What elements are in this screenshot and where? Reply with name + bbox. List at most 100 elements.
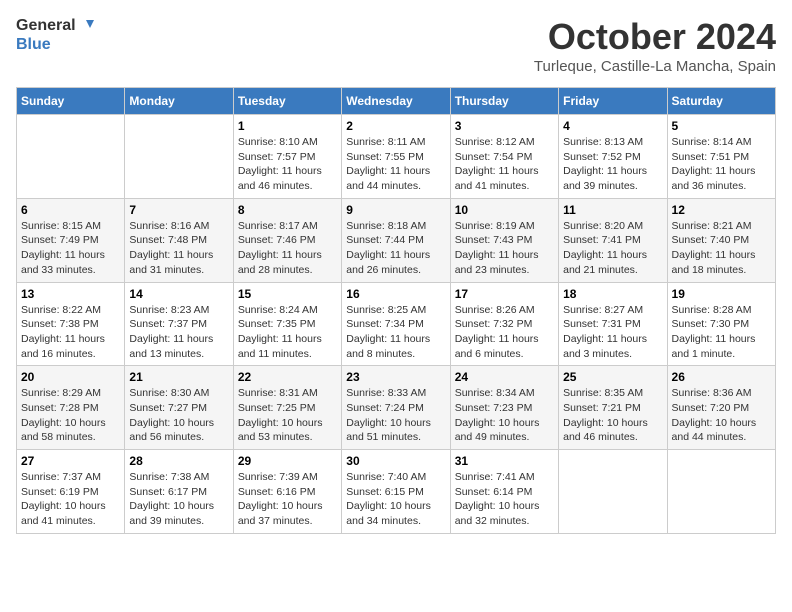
day-info: Sunrise: 8:21 AM Sunset: 7:40 PM Dayligh…	[672, 219, 771, 278]
calendar-cell: 2Sunrise: 8:11 AM Sunset: 7:55 PM Daylig…	[342, 115, 450, 199]
day-info: Sunrise: 8:19 AM Sunset: 7:43 PM Dayligh…	[455, 219, 554, 278]
header-row: SundayMondayTuesdayWednesdayThursdayFrid…	[17, 88, 776, 115]
day-info: Sunrise: 7:37 AM Sunset: 6:19 PM Dayligh…	[21, 470, 120, 529]
calendar-cell: 12 Sunrise: 8:21 AM Sunset: 7:40 PM Dayli…	[667, 198, 775, 282]
day-number: 22	[238, 370, 337, 384]
calendar-cell: 21 Sunrise: 8:30 AM Sunset: 7:27 PM Dayli…	[125, 366, 233, 450]
day-number: 31	[455, 454, 554, 468]
calendar-header: SundayMondayTuesdayWednesdayThursdayFrid…	[17, 88, 776, 115]
day-number: 9	[346, 203, 445, 217]
day-number: 17	[455, 287, 554, 301]
calendar-cell: 19 Sunrise: 8:28 AM Sunset: 7:30 PM Dayli…	[667, 282, 775, 366]
calendar-cell: 20 Sunrise: 8:29 AM Sunset: 7:28 PM Dayli…	[17, 366, 125, 450]
day-info: Sunrise: 8:12 AM Sunset: 7:54 PM Dayligh…	[455, 135, 554, 194]
logo-text: GeneralBlue	[16, 16, 94, 54]
day-number: 11	[563, 203, 662, 217]
calendar-cell: 14Sunrise: 8:23 AM Sunset: 7:37 PM Dayli…	[125, 282, 233, 366]
day-number: 23	[346, 370, 445, 384]
calendar-cell: 8 Sunrise: 8:17 AM Sunset: 7:46 PM Daylig…	[233, 198, 341, 282]
day-info: Sunrise: 8:31 AM Sunset: 7:25 PM Dayligh…	[238, 386, 337, 445]
calendar-cell: 17 Sunrise: 8:26 AM Sunset: 7:32 PM Dayli…	[450, 282, 558, 366]
day-number: 14	[129, 287, 228, 301]
day-info: Sunrise: 7:38 AM Sunset: 6:17 PM Dayligh…	[129, 470, 228, 529]
day-number: 20	[21, 370, 120, 384]
day-number: 12	[672, 203, 771, 217]
day-number: 29	[238, 454, 337, 468]
calendar-cell: 22 Sunrise: 8:31 AM Sunset: 7:25 PM Dayli…	[233, 366, 341, 450]
day-number: 28	[129, 454, 228, 468]
calendar-table: SundayMondayTuesdayWednesdayThursdayFrid…	[16, 87, 776, 534]
week-row-3: 13 Sunrise: 8:22 AM Sunset: 7:38 PM Dayli…	[17, 282, 776, 366]
calendar-cell: 15 Sunrise: 8:24 AM Sunset: 7:35 PM Dayli…	[233, 282, 341, 366]
week-row-1: 1Sunrise: 8:10 AM Sunset: 7:57 PM Daylig…	[17, 115, 776, 199]
day-info: Sunrise: 8:34 AM Sunset: 7:23 PM Dayligh…	[455, 386, 554, 445]
location: Turleque, Castille-La Mancha, Spain	[534, 58, 776, 75]
day-info: Sunrise: 8:13 AM Sunset: 7:52 PM Dayligh…	[563, 135, 662, 194]
header-day-monday: Monday	[125, 88, 233, 115]
day-number: 3	[455, 119, 554, 133]
page-header: GeneralBlue October 2024 Turleque, Casti…	[16, 16, 776, 75]
calendar-cell: 27 Sunrise: 7:37 AM Sunset: 6:19 PM Dayli…	[17, 450, 125, 534]
day-number: 10	[455, 203, 554, 217]
day-info: Sunrise: 8:27 AM Sunset: 7:31 PM Dayligh…	[563, 303, 662, 362]
calendar-cell: 4Sunrise: 8:13 AM Sunset: 7:52 PM Daylig…	[559, 115, 667, 199]
day-info: Sunrise: 8:24 AM Sunset: 7:35 PM Dayligh…	[238, 303, 337, 362]
day-number: 2	[346, 119, 445, 133]
day-number: 21	[129, 370, 228, 384]
day-info: Sunrise: 8:33 AM Sunset: 7:24 PM Dayligh…	[346, 386, 445, 445]
day-number: 5	[672, 119, 771, 133]
day-number: 15	[238, 287, 337, 301]
day-number: 27	[21, 454, 120, 468]
calendar-cell: 3 Sunrise: 8:12 AM Sunset: 7:54 PM Daylig…	[450, 115, 558, 199]
day-info: Sunrise: 8:16 AM Sunset: 7:48 PM Dayligh…	[129, 219, 228, 278]
calendar-cell: 10 Sunrise: 8:19 AM Sunset: 7:43 PM Dayli…	[450, 198, 558, 282]
day-info: Sunrise: 8:25 AM Sunset: 7:34 PM Dayligh…	[346, 303, 445, 362]
day-number: 7	[129, 203, 228, 217]
calendar-cell: 13 Sunrise: 8:22 AM Sunset: 7:38 PM Dayli…	[17, 282, 125, 366]
day-number: 18	[563, 287, 662, 301]
day-number: 25	[563, 370, 662, 384]
day-info: Sunrise: 8:20 AM Sunset: 7:41 PM Dayligh…	[563, 219, 662, 278]
calendar-cell: 29 Sunrise: 7:39 AM Sunset: 6:16 PM Dayli…	[233, 450, 341, 534]
logo: GeneralBlue	[16, 16, 94, 54]
calendar-cell: 31Sunrise: 7:41 AM Sunset: 6:14 PM Dayli…	[450, 450, 558, 534]
day-number: 30	[346, 454, 445, 468]
day-info: Sunrise: 8:28 AM Sunset: 7:30 PM Dayligh…	[672, 303, 771, 362]
day-info: Sunrise: 8:22 AM Sunset: 7:38 PM Dayligh…	[21, 303, 120, 362]
day-number: 16	[346, 287, 445, 301]
calendar-cell: 24 Sunrise: 8:34 AM Sunset: 7:23 PM Dayli…	[450, 366, 558, 450]
day-info: Sunrise: 8:17 AM Sunset: 7:46 PM Dayligh…	[238, 219, 337, 278]
day-number: 26	[672, 370, 771, 384]
calendar-cell: 26 Sunrise: 8:36 AM Sunset: 7:20 PM Dayli…	[667, 366, 775, 450]
day-info: Sunrise: 8:10 AM Sunset: 7:57 PM Dayligh…	[238, 135, 337, 194]
calendar-cell: 28 Sunrise: 7:38 AM Sunset: 6:17 PM Dayli…	[125, 450, 233, 534]
calendar-cell: 30Sunrise: 7:40 AM Sunset: 6:15 PM Dayli…	[342, 450, 450, 534]
calendar-cell: 25Sunrise: 8:35 AM Sunset: 7:21 PM Dayli…	[559, 366, 667, 450]
calendar-cell: 18 Sunrise: 8:27 AM Sunset: 7:31 PM Dayli…	[559, 282, 667, 366]
week-row-4: 20 Sunrise: 8:29 AM Sunset: 7:28 PM Dayli…	[17, 366, 776, 450]
calendar-cell: 16 Sunrise: 8:25 AM Sunset: 7:34 PM Dayli…	[342, 282, 450, 366]
day-info: Sunrise: 8:14 AM Sunset: 7:51 PM Dayligh…	[672, 135, 771, 194]
day-number: 8	[238, 203, 337, 217]
header-day-saturday: Saturday	[667, 88, 775, 115]
calendar-cell	[667, 450, 775, 534]
week-row-2: 6Sunrise: 8:15 AM Sunset: 7:49 PM Daylig…	[17, 198, 776, 282]
header-day-friday: Friday	[559, 88, 667, 115]
day-info: Sunrise: 7:39 AM Sunset: 6:16 PM Dayligh…	[238, 470, 337, 529]
day-info: Sunrise: 8:30 AM Sunset: 7:27 PM Dayligh…	[129, 386, 228, 445]
month-title: October 2024	[534, 16, 776, 58]
header-day-wednesday: Wednesday	[342, 88, 450, 115]
day-number: 13	[21, 287, 120, 301]
day-info: Sunrise: 8:15 AM Sunset: 7:49 PM Dayligh…	[21, 219, 120, 278]
day-info: Sunrise: 8:26 AM Sunset: 7:32 PM Dayligh…	[455, 303, 554, 362]
day-info: Sunrise: 8:29 AM Sunset: 7:28 PM Dayligh…	[21, 386, 120, 445]
day-number: 19	[672, 287, 771, 301]
day-info: Sunrise: 8:36 AM Sunset: 7:20 PM Dayligh…	[672, 386, 771, 445]
day-info: Sunrise: 8:18 AM Sunset: 7:44 PM Dayligh…	[346, 219, 445, 278]
week-row-5: 27 Sunrise: 7:37 AM Sunset: 6:19 PM Dayli…	[17, 450, 776, 534]
calendar-cell: 1Sunrise: 8:10 AM Sunset: 7:57 PM Daylig…	[233, 115, 341, 199]
calendar-cell: 9 Sunrise: 8:18 AM Sunset: 7:44 PM Daylig…	[342, 198, 450, 282]
day-number: 24	[455, 370, 554, 384]
calendar-cell: 5 Sunrise: 8:14 AM Sunset: 7:51 PM Daylig…	[667, 115, 775, 199]
header-day-tuesday: Tuesday	[233, 88, 341, 115]
